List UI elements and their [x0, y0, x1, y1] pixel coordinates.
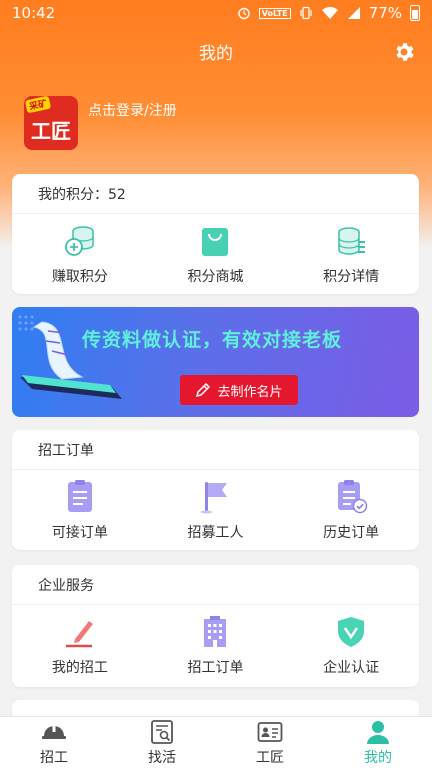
building-icon: [204, 616, 227, 647]
bottom-tab-bar: 招工 找活 工匠 我的: [0, 716, 432, 768]
my-recruitment-button[interactable]: 我的招工: [15, 615, 145, 677]
order-list-icon: [67, 480, 92, 512]
available-orders-label: 可接订单: [51, 525, 108, 541]
pencil-icon: [196, 382, 211, 398]
wifi-icon: [321, 6, 338, 19]
alarm-icon: [238, 7, 250, 20]
search-doc-icon: [151, 720, 173, 744]
enterprise-orders-label: 招工订单: [187, 660, 244, 676]
tab-craftsman[interactable]: 工匠: [220, 719, 320, 768]
recruit-orders-card: 招工订单 可接订单 招募工人 历史订单: [12, 430, 419, 550]
points-mall-button[interactable]: 积分商城: [150, 224, 280, 286]
id-card-icon: [257, 722, 283, 742]
points-card: 我的积分：52 赚取积分 积分商城 积分详情: [12, 174, 419, 294]
recruit-orders-title: 招工订单: [12, 430, 419, 470]
battery-percent: 77%: [368, 4, 402, 22]
available-orders-button[interactable]: 可接订单: [15, 480, 145, 542]
volte-indicator: VoLTE: [258, 7, 291, 19]
points-details-label: 积分详情: [323, 269, 380, 285]
enterprise-services-title: 企业服务: [12, 565, 419, 605]
signal-icon: [347, 7, 360, 19]
battery-icon: [410, 5, 420, 21]
gear-icon[interactable]: [392, 40, 416, 64]
tab-mine-label: 我的: [364, 750, 392, 766]
points-balance: 我的积分：52: [12, 174, 419, 214]
business-card-banner[interactable]: 传资料做认证，有效对接老板 去制作名片: [12, 307, 419, 417]
coins-list-icon: [338, 227, 366, 255]
app-logo: 采矿 工匠: [24, 96, 78, 150]
recruit-workers-label: 招募工人: [187, 525, 244, 541]
tab-find-work[interactable]: 找活: [112, 719, 212, 768]
tab-recruit-label: 招工: [40, 750, 68, 766]
enterprise-verification-label: 企业认证: [323, 660, 380, 676]
create-card-label: 去制作名片: [217, 384, 283, 400]
pen-icon: [65, 621, 93, 648]
flag-icon: [200, 482, 228, 514]
tab-craftsman-label: 工匠: [256, 750, 284, 766]
points-details-button[interactable]: 积分详情: [286, 224, 416, 286]
shield-check-icon: [338, 617, 365, 647]
helmet-icon: [42, 724, 66, 739]
enterprise-orders-button[interactable]: 招工订单: [150, 615, 280, 677]
order-history-icon: [338, 480, 368, 514]
coins-plus-icon: [64, 226, 94, 256]
history-orders-button[interactable]: 历史订单: [286, 480, 416, 542]
logo-badge: 采矿: [24, 96, 52, 114]
recruit-workers-button[interactable]: 招募工人: [150, 480, 280, 542]
phone-illustration: [18, 315, 122, 399]
history-orders-label: 历史订单: [323, 525, 380, 541]
login-register-link[interactable]: 点击登录/注册: [88, 100, 177, 120]
page-title: 我的: [199, 43, 233, 64]
vibrate-icon: [300, 6, 312, 20]
status-time: 10:42: [12, 4, 56, 22]
status-indicators: VoLTE 77%: [237, 4, 420, 22]
title-bar: 我的: [0, 26, 432, 76]
tab-recruit[interactable]: 招工: [4, 719, 104, 768]
tab-find-work-label: 找活: [148, 750, 176, 766]
enterprise-verification-button[interactable]: 企业认证: [286, 615, 416, 677]
enterprise-services-card: 企业服务 我的招工 招工订单 企业认证: [12, 565, 419, 687]
profile-section[interactable]: 采矿 工匠 点击登录/注册: [24, 96, 177, 150]
person-icon: [367, 721, 389, 744]
logo-text: 工匠: [31, 118, 71, 143]
points-mall-label: 积分商城: [187, 269, 244, 285]
shopping-bag-icon: [202, 228, 229, 256]
earn-points-button[interactable]: 赚取积分: [15, 224, 145, 286]
create-card-button[interactable]: 去制作名片: [180, 375, 298, 405]
tab-mine[interactable]: 我的: [328, 719, 428, 768]
earn-points-label: 赚取积分: [51, 269, 108, 285]
banner-headline: 传资料做认证，有效对接老板: [82, 329, 343, 351]
my-recruitment-label: 我的招工: [51, 660, 108, 676]
status-bar: 10:42 VoLTE 77%: [0, 0, 432, 26]
